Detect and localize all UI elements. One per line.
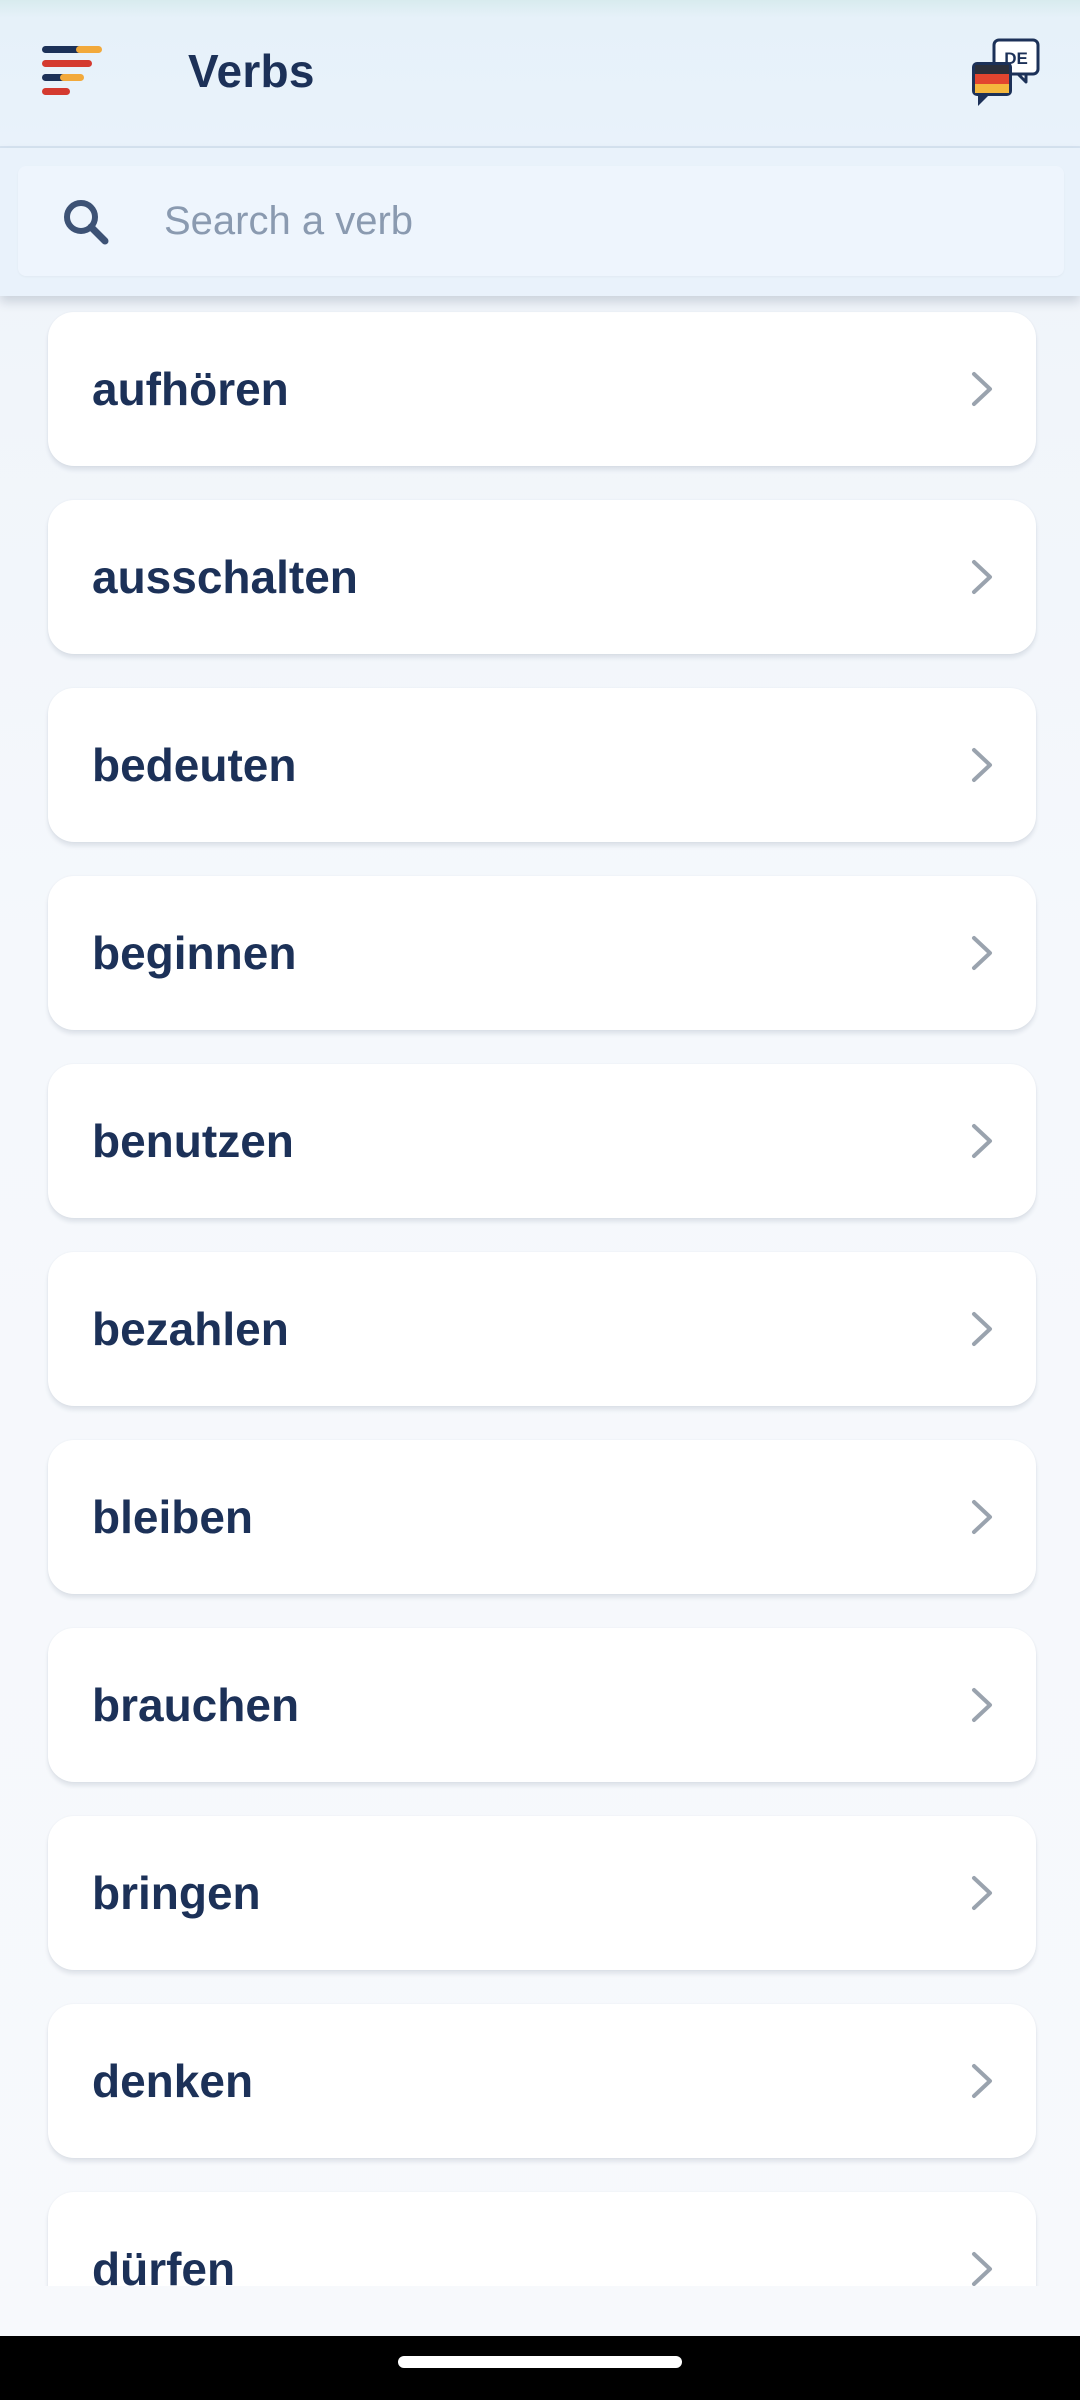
verb-label: aufhören [92, 363, 289, 415]
verb-label: bringen [92, 1867, 261, 1919]
list-item[interactable]: aufhören [48, 312, 1036, 466]
chevron-right-icon [972, 936, 992, 970]
list-item[interactable]: beginnen [48, 876, 1036, 1030]
chevron-right-icon [972, 1124, 992, 1158]
search-icon [64, 200, 109, 245]
verb-list: aufhören ausschalten bedeuten beginnen b… [0, 296, 1080, 2286]
list-item[interactable]: bezahlen [48, 1252, 1036, 1406]
verb-label: denken [92, 2055, 254, 2107]
chevron-right-icon [972, 372, 992, 406]
system-navigation-bar [0, 2336, 1080, 2400]
verb-label: dürfen [92, 2243, 236, 2286]
chevron-right-icon [972, 1688, 992, 1722]
list-item[interactable]: bringen [48, 1816, 1036, 1970]
list-item[interactable]: benutzen [48, 1064, 1036, 1218]
chevron-right-icon [972, 2064, 992, 2098]
verb-label: bleiben [92, 1491, 254, 1543]
menu-button[interactable] [40, 42, 104, 104]
chevron-right-icon [972, 2252, 992, 2286]
app-screen: Verbs DE aufh [0, 0, 1080, 2400]
verb-label: bedeuten [92, 739, 297, 791]
home-indicator[interactable] [398, 2356, 682, 2368]
list-item[interactable]: denken [48, 2004, 1036, 2158]
page-title: Verbs [188, 45, 315, 97]
verb-label: brauchen [92, 1679, 300, 1731]
list-item[interactable]: bedeuten [48, 688, 1036, 842]
chevron-right-icon [972, 748, 992, 782]
chevron-right-icon [972, 1312, 992, 1346]
verb-label: beginnen [92, 927, 297, 979]
list-item[interactable]: bleiben [48, 1440, 1036, 1594]
top-app-bar: Verbs DE [0, 0, 1080, 148]
search-input[interactable] [164, 188, 1024, 254]
search-bar[interactable] [18, 166, 1064, 276]
verb-label: benutzen [92, 1115, 294, 1167]
hamburger-menu-icon [42, 46, 102, 95]
list-item[interactable]: dürfen [48, 2192, 1036, 2286]
language-flag-chat-icon: DE [972, 38, 1040, 106]
chevron-right-icon [972, 1500, 992, 1534]
chevron-right-icon [972, 560, 992, 594]
list-item[interactable]: brauchen [48, 1628, 1036, 1782]
verb-label: bezahlen [92, 1303, 289, 1355]
verb-label: ausschalten [92, 551, 358, 603]
list-item[interactable]: ausschalten [48, 500, 1036, 654]
chevron-right-icon [972, 1876, 992, 1910]
search-area [0, 148, 1080, 296]
language-switch-button[interactable]: DE [970, 38, 1042, 108]
